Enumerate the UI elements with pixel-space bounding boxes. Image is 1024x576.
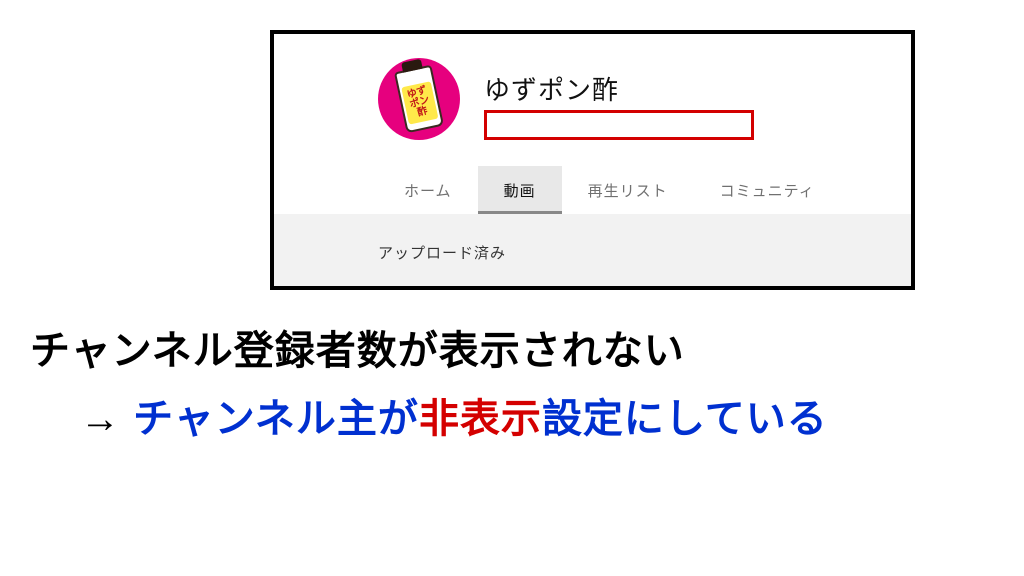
channel-avatar[interactable]: ゆず ポン酢 <box>378 58 460 140</box>
avatar-bottle-icon: ゆず ポン酢 <box>394 65 444 134</box>
caption-part-b: 非表示 <box>419 397 542 441</box>
channel-header: ゆず ポン酢 ゆずポン酢 ホーム 動画 再生リスト コミュニティ <box>274 34 911 214</box>
tab-videos[interactable]: 動画 <box>478 166 562 214</box>
caption-part-c: 設定にしている <box>542 397 828 441</box>
avatar-bottle-label: ゆず ポン酢 <box>403 85 436 121</box>
tab-home[interactable]: ホーム <box>378 166 478 214</box>
subscriber-count-highlight <box>484 110 754 140</box>
arrow-icon: → <box>80 397 121 441</box>
caption-line-1: チャンネル登録者数が表示されない <box>30 320 994 382</box>
upload-status-text: アップロード済み <box>378 242 506 263</box>
tab-playlists[interactable]: 再生リスト <box>562 166 694 214</box>
tab-community[interactable]: コミュニティ <box>694 166 841 214</box>
upload-status-bar: アップロード済み <box>274 214 911 290</box>
caption-line-2: → チャンネル主が非表示設定にしている <box>30 388 994 450</box>
channel-tabs: ホーム 動画 再生リスト コミュニティ <box>378 166 911 214</box>
channel-screenshot-frame: ゆず ポン酢 ゆずポン酢 ホーム 動画 再生リスト コミュニティ アップロード済… <box>270 30 915 290</box>
explanation-caption: チャンネル登録者数が表示されない → チャンネル主が非表示設定にしている <box>30 320 994 450</box>
caption-part-a: チャンネル主が <box>133 397 419 441</box>
channel-name: ゆずポン酢 <box>484 70 619 107</box>
